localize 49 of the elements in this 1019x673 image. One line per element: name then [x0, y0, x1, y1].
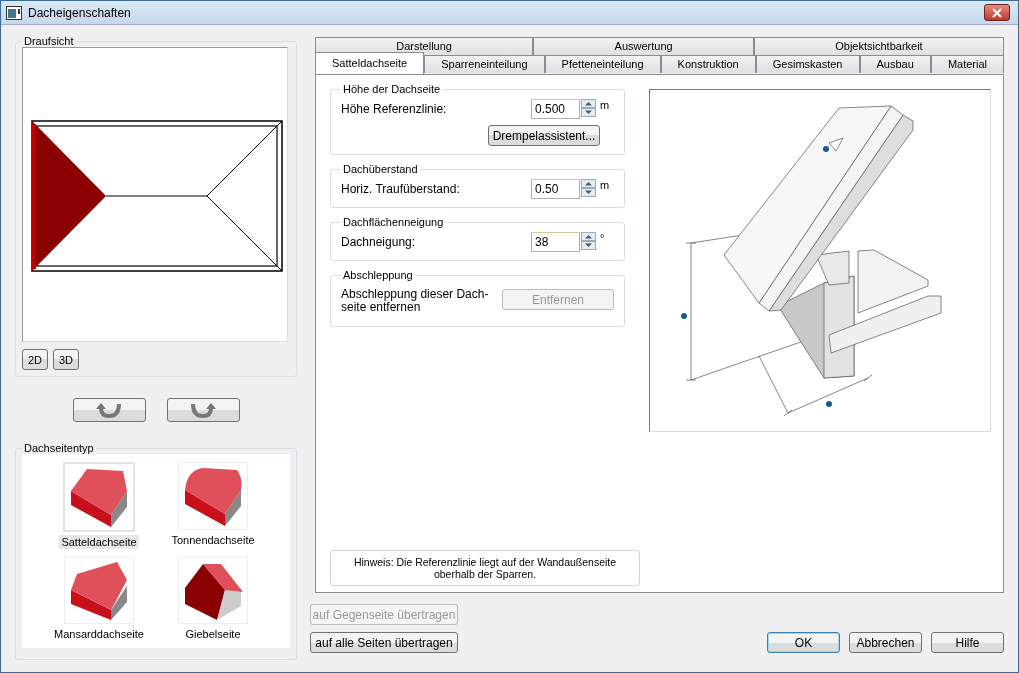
rotate-left-icon — [95, 402, 123, 418]
dialog-button[interactable]: OK — [767, 632, 840, 653]
group-title: Abschleppung — [342, 269, 414, 281]
spinner-icon[interactable] — [581, 232, 596, 250]
hint-text: Hinweis: Die Referenzlinie liegt auf der Wandaußenseite oberhalb der Sparren. — [330, 550, 640, 586]
unit-label: m — [599, 179, 611, 191]
group-title: Höhe der Dachseite — [342, 83, 442, 95]
tab[interactable]: Material — [930, 55, 1005, 73]
field-label: Abschleppung dieser Dach- seite entfernen — [341, 286, 489, 314]
tab[interactable]: Gesimskasten — [755, 55, 860, 73]
roof-type-option[interactable]: Giebelseite — [156, 556, 270, 648]
number-field[interactable]: 0.50 — [531, 179, 580, 199]
window-title: Dacheigenschaften — [28, 5, 132, 20]
roof-type-option[interactable]: Satteldachseite — [42, 462, 156, 556]
spinner-icon[interactable] — [581, 99, 596, 117]
field-label: Horiz. Traufüberstand: — [341, 181, 460, 196]
field-label: Höhe Referenzlinie: — [341, 101, 447, 116]
tab[interactable]: Objektsichtbarkeit — [753, 37, 1004, 55]
roof-type-option[interactable]: Tonnendachseite — [156, 462, 270, 556]
unit-label: m — [599, 99, 611, 111]
view-mode-button[interactable]: 3D — [53, 349, 79, 370]
view-mode-button[interactable]: 2D — [22, 349, 48, 370]
number-field[interactable]: 38 — [531, 232, 580, 252]
roof-type-option[interactable]: Mansarddachseite — [42, 556, 156, 648]
number-field[interactable]: 0.500 — [531, 99, 580, 119]
tab[interactable]: Auswertung — [533, 37, 754, 55]
group-title: Dachflächenneigung — [342, 216, 445, 228]
tab[interactable]: Konstruktion — [660, 55, 756, 73]
window-icon — [6, 5, 22, 20]
close-button[interactable] — [984, 4, 1010, 21]
field-label: Dachneigung: — [341, 234, 416, 249]
group-title: Dachseitentyp — [23, 442, 95, 454]
tab[interactable]: Darstellung — [315, 37, 534, 55]
dialog-button[interactable]: Abbrechen — [849, 632, 922, 653]
dialog-button[interactable]: Hilfe — [931, 632, 1004, 653]
transfer-button[interactable]: auf alle Seiten übertragen — [310, 632, 458, 653]
group-title: Dachüberstand — [342, 163, 419, 175]
spinner-icon[interactable] — [581, 179, 596, 197]
rotate-left-button[interactable] — [72, 398, 146, 422]
tab[interactable]: Pfetteneinteilung — [544, 55, 661, 73]
tab[interactable]: Sparreneinteilung — [424, 55, 545, 73]
rotate-right-button[interactable] — [166, 398, 240, 422]
rotate-right-icon — [189, 402, 217, 418]
close-icon — [991, 7, 1003, 18]
wizard-button[interactable]: Drempelassistent... — [488, 125, 600, 146]
unit-label: ° — [599, 232, 606, 244]
group-title: Draufsicht — [23, 35, 75, 47]
tab[interactable]: Satteldachseite — [315, 52, 425, 74]
tab[interactable]: Ausbau — [859, 55, 931, 73]
